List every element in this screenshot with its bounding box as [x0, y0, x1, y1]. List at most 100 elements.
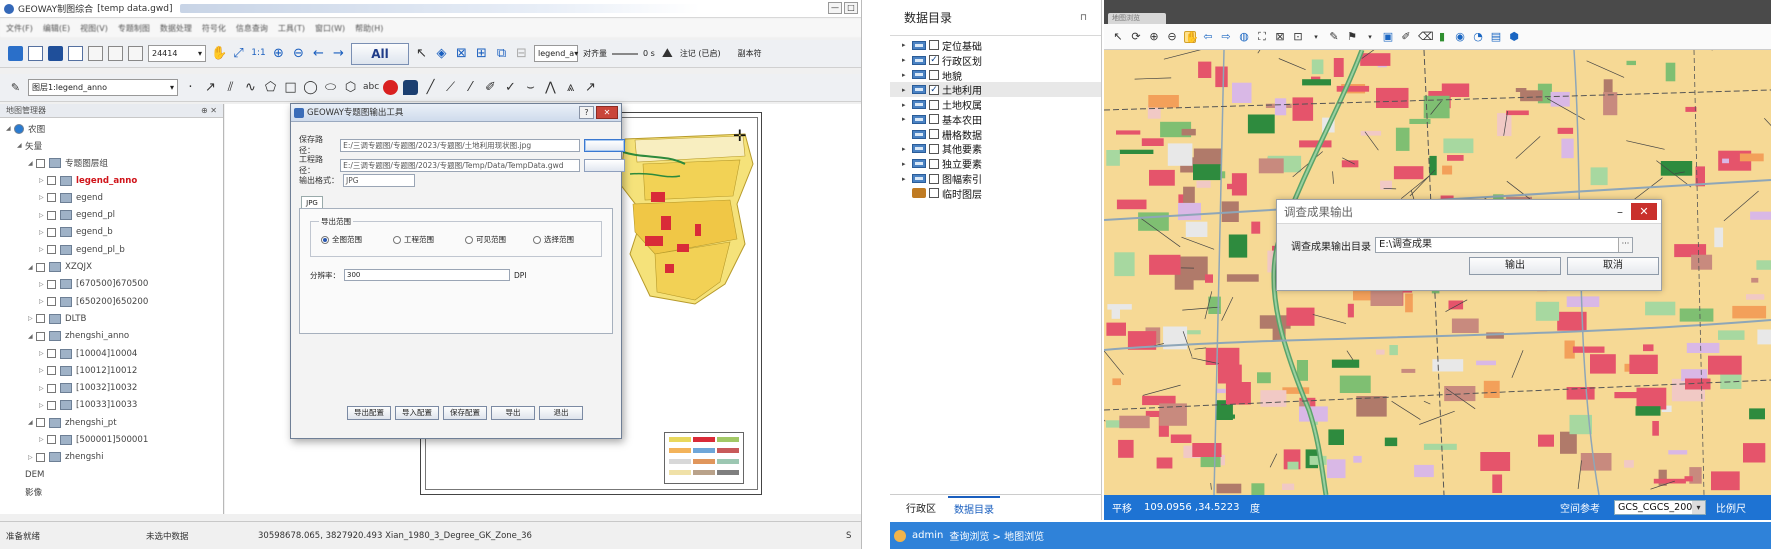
menu-edit[interactable]: 编辑(E) [43, 23, 70, 34]
symbol-label[interactable]: 副本符 [738, 48, 762, 59]
back-arrow-icon[interactable]: ← [311, 46, 326, 61]
anno-label[interactable]: 注记 (已启) [680, 48, 721, 59]
pin-icon[interactable]: ⊓ [1080, 13, 1087, 23]
layer-tree-item[interactable]: ▷ zhengshi [0, 449, 223, 466]
expand-triangle-icon[interactable]: ◢ [28, 264, 36, 271]
alignment-slider[interactable] [612, 52, 638, 55]
move-icon[interactable]: ⧉ [494, 46, 509, 61]
layer-visibility-checkbox[interactable] [47, 245, 56, 255]
full-extent-icon[interactable]: ⛶ [1256, 30, 1268, 43]
select-arrow-icon[interactable]: ↖ [1112, 30, 1124, 43]
expand-triangle-icon[interactable]: ◢ [28, 419, 36, 426]
expand-triangle-icon[interactable]: ◢ [28, 333, 36, 340]
menu-tools[interactable]: 工具(T) [278, 23, 305, 34]
catalog-layer-item[interactable]: 临时图层 [890, 186, 1101, 201]
layer-checkbox[interactable] [929, 69, 939, 80]
layer-visibility-checkbox[interactable] [36, 314, 45, 324]
callout-icon[interactable] [403, 80, 418, 95]
minimize-button[interactable]: – [1617, 200, 1623, 224]
layer-tree-item[interactable]: ▷ [10032]10032 [0, 379, 223, 396]
anno-icon[interactable]: ⛰ [660, 46, 675, 61]
radio-selected-extent[interactable]: 选择范围 [533, 234, 574, 245]
layer-tree-item[interactable]: ▷ [10033]10033 [0, 397, 223, 414]
catalog-layer-item[interactable]: ▸ 土地权属 [890, 97, 1101, 112]
rectangle-tool-icon[interactable]: □ [283, 80, 298, 95]
layer-checkbox[interactable] [929, 129, 939, 140]
line-tool-icon[interactable]: ↗ [203, 80, 218, 95]
copy-icon[interactable] [68, 46, 83, 61]
menu-view[interactable]: 视图(V) [80, 23, 108, 34]
catalog-layer-item[interactable]: ▸ 图幅索引 [890, 171, 1101, 186]
layer-visibility-checkbox[interactable] [47, 366, 56, 376]
expand-triangle-icon[interactable]: ◢ [28, 160, 36, 167]
import-config-button[interactable]: 导入配置 [395, 406, 439, 420]
layer-visibility-checkbox[interactable] [47, 176, 56, 186]
layer-tree-item[interactable]: ▷ [670500]670500 [0, 276, 223, 293]
expand-triangle-icon[interactable]: ▷ [39, 281, 47, 288]
layer-visibility-checkbox[interactable] [36, 418, 45, 428]
layer-checkbox[interactable] [929, 188, 939, 199]
tab-data-catalog[interactable]: 数据目录 [948, 496, 1000, 519]
catalog-layer-item[interactable]: ▸ 地貌 [890, 68, 1101, 83]
layer-visibility-checkbox[interactable] [36, 262, 45, 272]
split-icon[interactable]: ⊠ [454, 46, 469, 61]
user-name[interactable]: admin [912, 530, 943, 541]
peak-icon[interactable]: ⩓ [563, 80, 578, 95]
layer-icon[interactable]: ◉ [1454, 30, 1466, 43]
location-pin-icon[interactable]: ⬢ [1508, 30, 1520, 43]
layer-checkbox[interactable] [929, 158, 939, 169]
grid-icon[interactable]: ⊞ [474, 46, 489, 61]
tab-district[interactable]: 行政区 [900, 497, 942, 518]
format-select[interactable]: JPG [343, 174, 415, 187]
expand-triangle-icon[interactable]: ▷ [28, 454, 36, 461]
layer-tree-item[interactable]: ◢ zhengshi_anno [0, 328, 223, 345]
expand-arrow-icon[interactable]: ▸ [902, 145, 912, 153]
export-button[interactable]: 导出 [491, 406, 535, 420]
layer-tree-item[interactable]: ▷ [650200]650200 [0, 293, 223, 310]
layer-visibility-checkbox[interactable] [47, 279, 56, 289]
expand-triangle-icon[interactable]: ▷ [39, 212, 47, 219]
open-folder-icon[interactable] [8, 46, 23, 61]
redo-icon[interactable] [108, 46, 123, 61]
expand-triangle-icon[interactable]: ◢ [17, 142, 25, 149]
layer-checkbox[interactable] [929, 99, 939, 110]
layer-visibility-checkbox[interactable] [36, 158, 45, 168]
layer-tree-item[interactable]: ▷ [500001]500001 [0, 431, 223, 448]
output-dir-input[interactable]: E:\调查成果 ··· [1375, 237, 1633, 253]
spatial-ref-select[interactable]: GCS_CGCS_2000 ▾ [1614, 500, 1706, 515]
layer-checkbox[interactable]: ✓ [929, 55, 939, 66]
browse-project-button[interactable] [584, 158, 625, 172]
expand-triangle-icon[interactable]: ◢ [6, 125, 14, 132]
layer-visibility-checkbox[interactable] [47, 297, 56, 307]
layer-checkbox[interactable] [929, 143, 939, 154]
layer-checkbox[interactable]: ✓ [929, 84, 939, 95]
layer-tree-item[interactable]: ◢ 农图 [0, 120, 223, 137]
undo-icon[interactable] [88, 46, 103, 61]
pen-icon[interactable]: ✐ [483, 80, 498, 95]
flag-icon[interactable]: ⚑ [1346, 30, 1358, 43]
clear-icon[interactable]: ⌫ [1418, 30, 1434, 43]
browse-button[interactable]: ··· [1618, 238, 1632, 252]
menu-process[interactable]: 数据处理 [160, 23, 192, 34]
layer-tree-item[interactable]: ◢ 矢量 [0, 137, 223, 154]
maximize-button[interactable]: □ [844, 2, 858, 14]
radio-project-extent[interactable]: 工程范围 [393, 234, 434, 245]
layer-tree-item[interactable]: ▷ egend_b [0, 224, 223, 241]
catalog-layer-item[interactable]: ▸ 独立要素 [890, 156, 1101, 171]
ellipse-tool-icon[interactable]: ⬭ [323, 80, 338, 95]
layer-tree-item[interactable]: DEM [0, 466, 223, 483]
layer-tree-item[interactable]: ◢ XZQJX [0, 258, 223, 275]
message-icon[interactable]: ◔ [1472, 30, 1484, 43]
parallel-line-icon[interactable]: ⫽ [223, 80, 238, 95]
catalog-layer-item[interactable]: 栅格数据 [890, 127, 1101, 142]
save-config-button[interactable]: 保存配置 [443, 406, 487, 420]
menu-window[interactable]: 窗口(W) [315, 23, 345, 34]
one-to-one-icon[interactable]: 1:1 [251, 46, 266, 61]
layer-edit-icon[interactable]: ✎ [8, 80, 23, 95]
menu-file[interactable]: 文件(F) [6, 23, 33, 34]
new-document-icon[interactable] [28, 46, 43, 61]
layer-checkbox[interactable] [929, 114, 939, 125]
help-button[interactable]: ? [579, 106, 594, 119]
layer-visibility-checkbox[interactable] [47, 400, 56, 410]
layer-visibility-checkbox[interactable] [47, 435, 56, 445]
